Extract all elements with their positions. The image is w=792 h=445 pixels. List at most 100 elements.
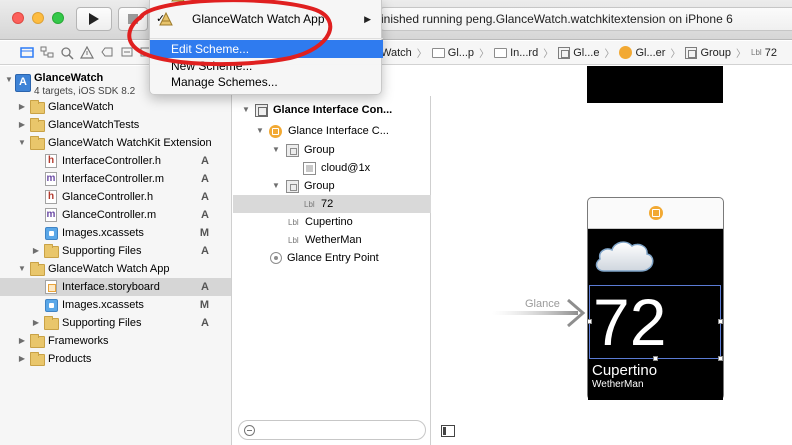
outline-row-group[interactable]: ▼ Group: [233, 141, 431, 159]
project-navigator-icon[interactable]: [20, 46, 34, 60]
tree-row-file[interactable]: h GlanceController.h A: [0, 188, 231, 206]
tree-row-tests-folder[interactable]: ▶ GlanceWatchTests: [0, 116, 231, 134]
menu-item-watch-app[interactable]: ✓ GlanceWatch Watch App ▶: [150, 10, 383, 28]
image-icon: [303, 162, 316, 175]
window-zoom-button[interactable]: [52, 12, 64, 24]
jump-item-glance-app-folder[interactable]: Gl...p: [429, 47, 477, 59]
menu-separator: [150, 38, 383, 39]
resize-handle[interactable]: [718, 356, 723, 361]
disclosure-triangle-open-icon[interactable]: ▼: [17, 264, 27, 274]
scm-status: A: [201, 173, 209, 185]
disclosure-triangle-closed-icon[interactable]: ▶: [17, 354, 27, 364]
tree-row-glancewatch-folder[interactable]: ▶ GlanceWatch: [0, 98, 231, 116]
disclosure-triangle-closed-icon[interactable]: ▶: [17, 336, 27, 346]
header-file-icon: h: [45, 154, 57, 168]
jump-item-storyboard[interactable]: In...rd: [491, 47, 541, 59]
scm-status: A: [201, 281, 209, 293]
outline-row-entry-point[interactable]: Glance Entry Point: [233, 249, 431, 267]
tree-row-file[interactable]: m InterfaceController.m A: [0, 170, 231, 188]
tree-row-watch-app-folder[interactable]: ▼ GlanceWatch Watch App: [0, 260, 231, 278]
jump-item-group[interactable]: Group: [682, 46, 734, 59]
group-icon: [685, 46, 698, 59]
asset-catalog-icon: [45, 299, 58, 312]
window-close-button[interactable]: [12, 12, 24, 24]
outline-row-label-selected[interactable]: Lbl 72: [233, 195, 431, 213]
tree-row-file[interactable]: Images.xcassets M: [0, 224, 231, 242]
weatherman-label[interactable]: WetherMan: [592, 379, 644, 390]
storyboard-canvas[interactable]: Glance 72 Cupertino WetherMan: [432, 66, 792, 445]
outline-row-group[interactable]: ▼ Group: [233, 177, 431, 195]
entry-point-icon: [270, 252, 282, 264]
disclosure-triangle-closed-icon[interactable]: ▶: [17, 120, 27, 130]
toggle-outline-icon[interactable]: [441, 425, 455, 437]
disclosure-triangle-open-icon[interactable]: ▼: [271, 145, 281, 155]
window-minimize-button[interactable]: [32, 12, 44, 24]
city-label[interactable]: Cupertino: [592, 362, 657, 379]
submenu-arrow-icon: ▶: [364, 14, 371, 24]
menu-item-label: Edit Scheme...: [171, 42, 250, 56]
tree-row-file[interactable]: h InterfaceController.h A: [0, 152, 231, 170]
outline-row-image[interactable]: cloud@1x: [233, 159, 431, 177]
tree-row-products-folder[interactable]: ▶ Products: [0, 350, 231, 368]
disclosure-triangle-open-icon[interactable]: ▼: [17, 138, 27, 148]
resize-handle[interactable]: [588, 319, 592, 324]
scm-status: M: [199, 299, 209, 311]
folder-icon: [30, 100, 45, 114]
document-outline: ▼ Glance Interface Con... ▼ Glance Inter…: [233, 66, 431, 445]
outline-row-label[interactable]: Lbl WetherMan: [233, 231, 431, 249]
cloud-image[interactable]: [592, 235, 656, 275]
tree-row-storyboard-selected[interactable]: Interface.storyboard A: [0, 278, 231, 296]
temperature-label-selection[interactable]: 72: [588, 282, 723, 362]
issue-navigator-icon[interactable]: [79, 45, 95, 60]
tree-row-frameworks-folder[interactable]: ▶ Frameworks: [0, 332, 231, 350]
test-navigator-icon[interactable]: [100, 46, 114, 60]
tree-row-file[interactable]: Images.xcassets M: [0, 296, 231, 314]
disclosure-triangle-open-icon[interactable]: ▼: [241, 105, 251, 115]
stop-button[interactable]: [118, 7, 148, 31]
outline-row-scene[interactable]: ▼ Glance Interface Con...: [233, 101, 431, 119]
disclosure-triangle-open-icon[interactable]: ▼: [4, 75, 14, 85]
glance-controller-icon: [619, 46, 633, 59]
disclosure-triangle-open-icon[interactable]: ▼: [271, 181, 281, 191]
outline-filter-field[interactable]: [238, 420, 426, 440]
glance-scene[interactable]: 72 Cupertino WetherMan: [587, 197, 724, 400]
disclosure-triangle-open-icon[interactable]: ▼: [255, 126, 265, 136]
tree-row-watchkit-extension-folder[interactable]: ▼ GlanceWatch WatchKit Extension: [0, 134, 231, 152]
activity-status: inished running peng.GlanceWatch.watchki…: [380, 7, 792, 31]
submenu-arrow-icon: ▶: [364, 0, 371, 1]
resize-handle[interactable]: [653, 356, 658, 361]
label-icon: Lbl: [288, 217, 299, 227]
project-navigator: ▼ GlanceWatch 4 targets, iOS SDK 8.2 ▶ G…: [0, 66, 232, 445]
scene-preview-top: [587, 66, 723, 103]
disclosure-triangle-closed-icon[interactable]: ▶: [31, 246, 41, 256]
jump-separator: 〉: [479, 49, 490, 60]
glance-controller-icon[interactable]: [649, 206, 663, 220]
run-button[interactable]: [76, 7, 112, 31]
jump-item-glance-controller[interactable]: Gl...er: [616, 46, 668, 59]
symbol-navigator-icon[interactable]: [40, 46, 54, 60]
jump-item-watch[interactable]: Watch: [378, 47, 415, 59]
jump-separator: 〉: [736, 49, 747, 60]
disclosure-triangle-closed-icon[interactable]: ▶: [17, 102, 27, 112]
debug-navigator-icon[interactable]: [120, 46, 134, 60]
scheme-menu-top-item[interactable]: ▶: [150, 0, 383, 8]
jump-separator: 〉: [543, 49, 554, 60]
temperature-label[interactable]: 72: [593, 282, 666, 362]
outline-row-label[interactable]: Lbl Cupertino: [233, 213, 431, 231]
scm-status: A: [201, 155, 209, 167]
implementation-file-icon: m: [45, 208, 57, 222]
menu-item-manage-schemes[interactable]: Manage Schemes...: [150, 73, 383, 91]
resize-handle[interactable]: [718, 319, 723, 324]
scene-icon: [558, 46, 571, 59]
tree-row-file[interactable]: m GlanceController.m A: [0, 206, 231, 224]
outline-row-glance-controller[interactable]: ▼ Glance Interface C...: [233, 122, 431, 140]
folder-icon: [44, 244, 59, 258]
tree-row-supporting-files[interactable]: ▶ Supporting Files A: [0, 314, 231, 332]
jump-item-label[interactable]: Lbl 72: [748, 47, 780, 59]
menu-item-edit-scheme[interactable]: Edit Scheme...: [150, 40, 383, 58]
tree-row-supporting-files[interactable]: ▶ Supporting Files A: [0, 242, 231, 260]
jump-item-glance-scene[interactable]: Gl...e: [555, 46, 602, 59]
disclosure-triangle-closed-icon[interactable]: ▶: [31, 318, 41, 328]
watch-app-target-icon: [159, 12, 173, 26]
find-navigator-icon[interactable]: [60, 46, 74, 60]
